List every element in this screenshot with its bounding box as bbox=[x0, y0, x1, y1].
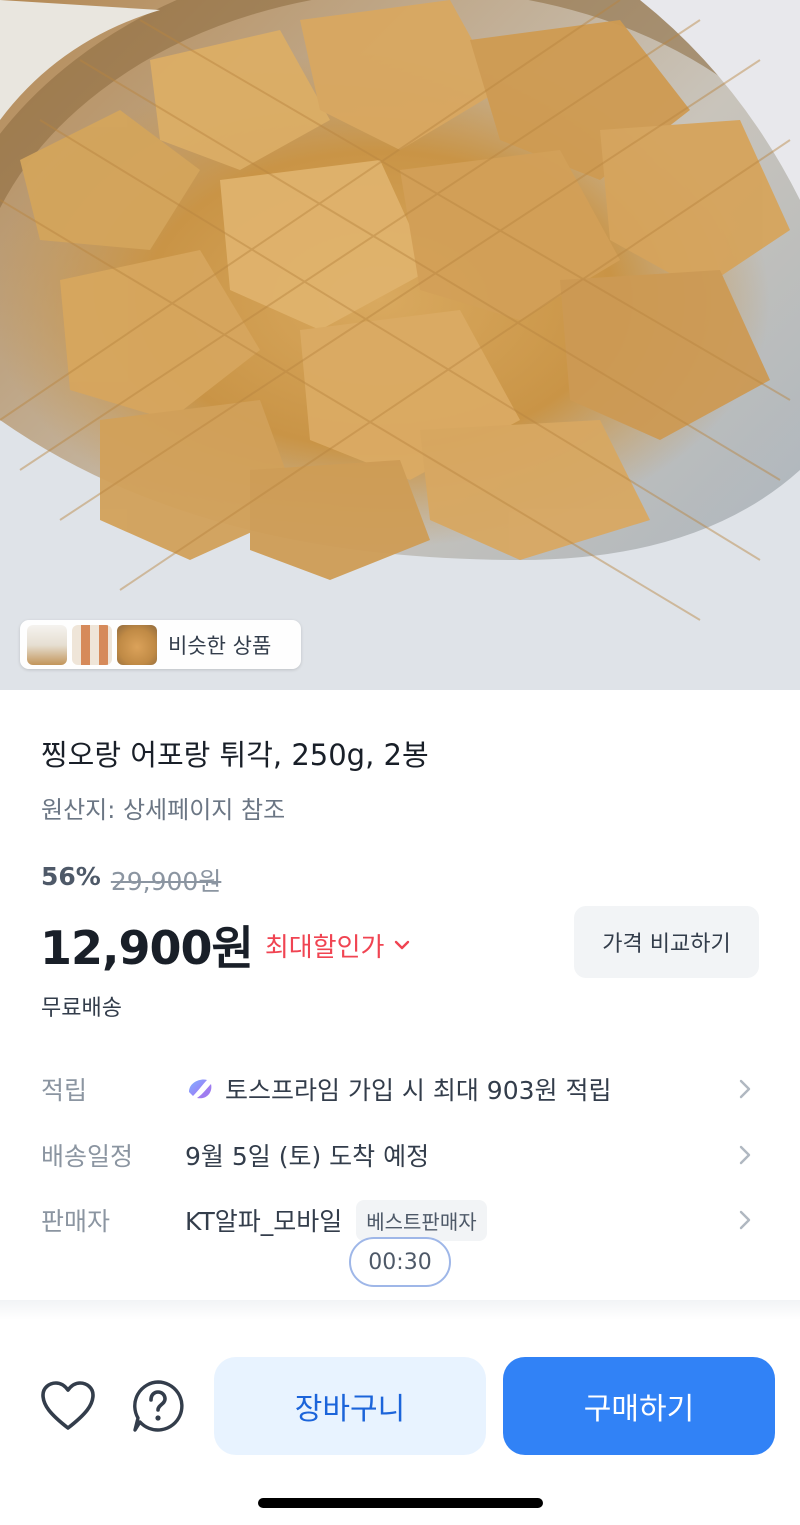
similar-products-label: 비슷한 상품 bbox=[168, 633, 272, 658]
reward-value: 토스프라임 가입 시 최대 903원 적립 bbox=[185, 1071, 611, 1107]
countdown-timer: 00:30 bbox=[349, 1237, 451, 1287]
sale-price: 12,900원 bbox=[40, 921, 254, 975]
shipping-fee: 무료배송 bbox=[41, 996, 122, 1021]
price-row: 12,900원 최대할인가 bbox=[40, 912, 410, 978]
help-button[interactable] bbox=[130, 1378, 186, 1434]
wishlist-button[interactable] bbox=[40, 1378, 96, 1434]
chevron-right-icon bbox=[739, 1210, 751, 1230]
chevron-down-icon bbox=[395, 940, 410, 950]
section-divider bbox=[0, 1300, 800, 1320]
reward-text: 토스프라임 가입 시 최대 903원 적립 bbox=[225, 1076, 612, 1105]
best-seller-badge: 베스트판매자 bbox=[356, 1199, 487, 1241]
reward-row[interactable]: 적립 토스프라임 가입 시 최대 903원 적립 bbox=[0, 1064, 800, 1114]
buy-now-button[interactable]: 구매하기 bbox=[503, 1357, 775, 1455]
chevron-right-icon bbox=[739, 1145, 751, 1165]
similar-products-button[interactable]: 비슷한 상품 bbox=[20, 620, 301, 669]
max-discount-toggle[interactable]: 최대할인가 bbox=[265, 927, 411, 964]
discount-rate: 56% bbox=[41, 862, 101, 891]
product-title: 찡오랑 어포랑 튀각, 250g, 2봉 bbox=[41, 738, 429, 772]
delivery-label: 배송일정 bbox=[41, 1142, 134, 1171]
seller-name: KT알파_모바일 bbox=[185, 1207, 343, 1236]
home-indicator[interactable] bbox=[258, 1498, 543, 1508]
seller-value: KT알파_모바일 베스트판매자 bbox=[185, 1199, 487, 1241]
origin-info: 원산지: 상세페이지 참조 bbox=[41, 796, 286, 824]
toss-prime-logo-icon bbox=[189, 1079, 212, 1099]
similar-product-thumbnail bbox=[117, 624, 157, 665]
price-compare-button[interactable]: 가격 비교하기 bbox=[574, 906, 759, 978]
similar-product-thumbnail bbox=[27, 624, 67, 665]
discount-row: 56% 29,900원 bbox=[41, 862, 221, 898]
reward-label: 적립 bbox=[41, 1076, 88, 1105]
max-discount-label: 최대할인가 bbox=[264, 932, 385, 963]
question-icon bbox=[133, 1380, 184, 1432]
product-photo-illustration bbox=[0, 0, 800, 690]
chevron-right-icon bbox=[739, 1079, 751, 1099]
heart-icon bbox=[41, 1381, 95, 1430]
original-price: 29,900원 bbox=[110, 867, 222, 896]
delivery-schedule-row[interactable]: 배송일정 9월 5일 (토) 도착 예정 bbox=[0, 1130, 800, 1180]
delivery-value: 9월 5일 (토) 도착 예정 bbox=[185, 1142, 430, 1171]
similar-product-thumbnail bbox=[72, 624, 112, 665]
product-image[interactable]: 비슷한 상품 bbox=[0, 0, 800, 690]
seller-label: 판매자 bbox=[41, 1207, 111, 1236]
add-to-cart-button[interactable]: 장바구니 bbox=[214, 1357, 486, 1455]
